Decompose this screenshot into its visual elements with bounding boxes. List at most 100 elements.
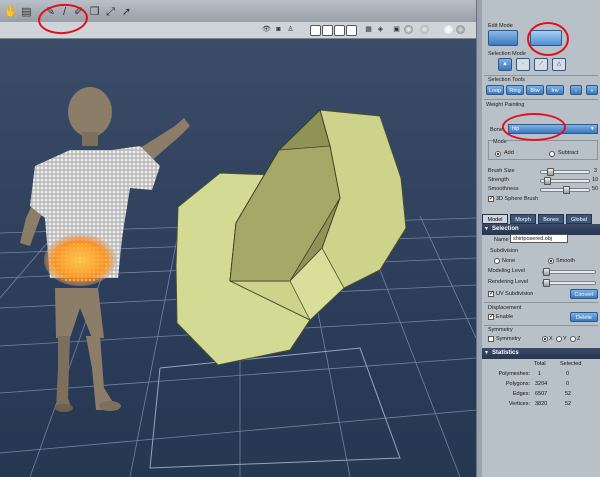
shade-1-icon[interactable] <box>310 25 321 36</box>
symmetry-y-radio[interactable] <box>556 336 562 342</box>
stat-label: Vertices: <box>508 401 530 407</box>
tab-morph[interactable]: Morph <box>510 214 536 224</box>
brush-size-knob[interactable] <box>547 168 554 176</box>
mode-subtract-label: Subtract <box>558 150 579 156</box>
stat-label: Edges: <box>512 391 530 397</box>
convert-button[interactable]: Convert <box>570 289 598 299</box>
rendering-level-knob[interactable] <box>543 279 550 287</box>
displacement-label: Displacement <box>488 305 522 311</box>
cursor-icon[interactable]: ➚ <box>120 6 133 19</box>
modeling-level-slider[interactable] <box>542 268 596 276</box>
ring-button[interactable]: Ring <box>506 85 524 95</box>
loop-button[interactable]: Loop <box>486 85 504 95</box>
mode-group: Mode Add Subtract <box>488 139 598 160</box>
stats-total-header: Total <box>534 361 546 367</box>
symmetry-y-label: Y <box>563 336 567 342</box>
annotation-circle-edit-mode <box>527 22 569 56</box>
select-object-icon[interactable]: △ <box>552 58 566 71</box>
symmetry-z-label: Z <box>577 336 581 342</box>
annotation-circle-bone <box>502 113 566 141</box>
viewport-3d[interactable] <box>0 38 476 477</box>
sphere-white-icon[interactable] <box>444 25 453 34</box>
grid-shade-icon[interactable]: ▦ <box>364 25 373 34</box>
shade-4-icon[interactable] <box>346 25 357 36</box>
subdivision-smooth-radio[interactable] <box>548 258 554 264</box>
edit-mode-label: Edit Mode <box>488 23 513 29</box>
tab-model[interactable]: Model <box>482 214 508 224</box>
symmetry-z-radio[interactable] <box>570 336 576 342</box>
between-button[interactable]: Btw <box>526 85 544 95</box>
symmetry-label: Symmetry <box>488 327 513 333</box>
chevron-down-icon: ▾ <box>591 126 594 132</box>
copy-icon[interactable]: ❐ <box>88 6 101 19</box>
edit-mode-brush-icon[interactable] <box>488 30 518 46</box>
page-tool-icon[interactable]: ▤ <box>20 6 33 19</box>
subdivision-label: Subdivision <box>490 248 519 254</box>
select-edge-icon[interactable]: · <box>516 58 530 71</box>
strength-slider[interactable] <box>540 177 590 185</box>
strength-label: Strength <box>488 177 509 183</box>
stat-total: 6507 <box>535 391 548 397</box>
selection-mode-label: Selection Mode <box>488 51 526 57</box>
brush-size-label: Brush Size <box>488 168 515 174</box>
mode-add-radio[interactable] <box>495 151 501 157</box>
statistics-header[interactable]: Statistics <box>482 348 600 359</box>
rendering-level-label: Rendering Level <box>488 279 529 285</box>
stat-label: Polygons: <box>505 381 530 387</box>
name-value: shirtposered.obj <box>513 236 553 242</box>
sphere-icon[interactable] <box>404 25 413 34</box>
modeling-level-label: Modeling Level <box>488 268 525 274</box>
symmetry-check-label: Symmetry <box>496 336 521 342</box>
displacement-enable-label: Enable <box>496 314 514 320</box>
uv-subdivision-checkbox[interactable]: ✓ <box>488 291 494 297</box>
cube-icon[interactable]: ◈ <box>376 25 385 34</box>
mode-label: Mode <box>493 139 507 145</box>
shade-2-icon[interactable] <box>322 25 333 36</box>
right-panel: Edit Mode Selection Mode ▲ · ⟋ △ Selecti… <box>482 0 600 477</box>
eye-icon[interactable]: 👁 <box>262 25 271 34</box>
uv-subdivision-label: UV Subdivision <box>496 291 534 297</box>
stats-selected-header: Selected <box>560 361 582 367</box>
strength-knob[interactable] <box>544 177 551 185</box>
name-label: Name <box>494 237 509 243</box>
rendering-level-slider[interactable] <box>542 279 596 287</box>
box-icon[interactable]: ▣ <box>392 25 401 34</box>
stat-total: 3820 <box>535 401 548 407</box>
scale-icon[interactable]: ⤢ <box>104 6 117 19</box>
modeling-level-knob[interactable] <box>543 268 550 276</box>
brush-size-slider[interactable] <box>540 168 590 176</box>
prism-object <box>175 109 407 366</box>
select-face-icon[interactable]: ⟋ <box>534 58 548 71</box>
figure-model <box>20 87 190 412</box>
sphere-lit-icon[interactable] <box>420 25 429 34</box>
invert-button[interactable]: Inv <box>546 85 564 95</box>
tab-bones[interactable]: Bones <box>538 214 564 224</box>
sphere-grey-icon[interactable] <box>456 25 465 34</box>
shade-3-icon[interactable] <box>334 25 345 36</box>
tab-global[interactable]: Global <box>566 214 592 224</box>
delete-button[interactable]: Delete <box>570 312 598 322</box>
bone-label: Bone <box>490 127 503 133</box>
stat-selected: 0 <box>566 371 570 377</box>
figure-icon[interactable]: ♙ <box>286 25 295 34</box>
hand-tool-icon[interactable]: ✋ <box>4 6 18 19</box>
sphere-brush-label: 3D Sphere Brush <box>496 196 539 202</box>
subdivision-none-radio[interactable] <box>494 258 500 264</box>
symmetry-checkbox[interactable] <box>488 336 494 342</box>
stat-label: Polymeshes: <box>498 371 531 377</box>
mode-subtract-radio[interactable] <box>549 151 555 157</box>
name-field[interactable]: shirtposered.obj <box>510 234 568 243</box>
smoothness-knob[interactable] <box>563 186 570 194</box>
strength-value: 10 <box>592 177 599 183</box>
smoothness-slider[interactable] <box>540 186 590 194</box>
shrink-button[interactable]: - <box>570 85 582 95</box>
select-vertex-icon[interactable]: ▲ <box>498 58 512 71</box>
subdivision-smooth-label: Smooth <box>556 258 575 264</box>
sphere-brush-checkbox[interactable]: ✓ <box>488 196 494 202</box>
displacement-enable-checkbox[interactable]: ✓ <box>488 314 494 320</box>
grow-button[interactable]: + <box>586 85 598 95</box>
camera-icon[interactable]: ◙ <box>274 25 283 34</box>
weight-painting-label: Weight Painting <box>486 102 525 108</box>
stat-selected: 0 <box>566 381 570 387</box>
symmetry-x-radio[interactable] <box>542 336 548 342</box>
